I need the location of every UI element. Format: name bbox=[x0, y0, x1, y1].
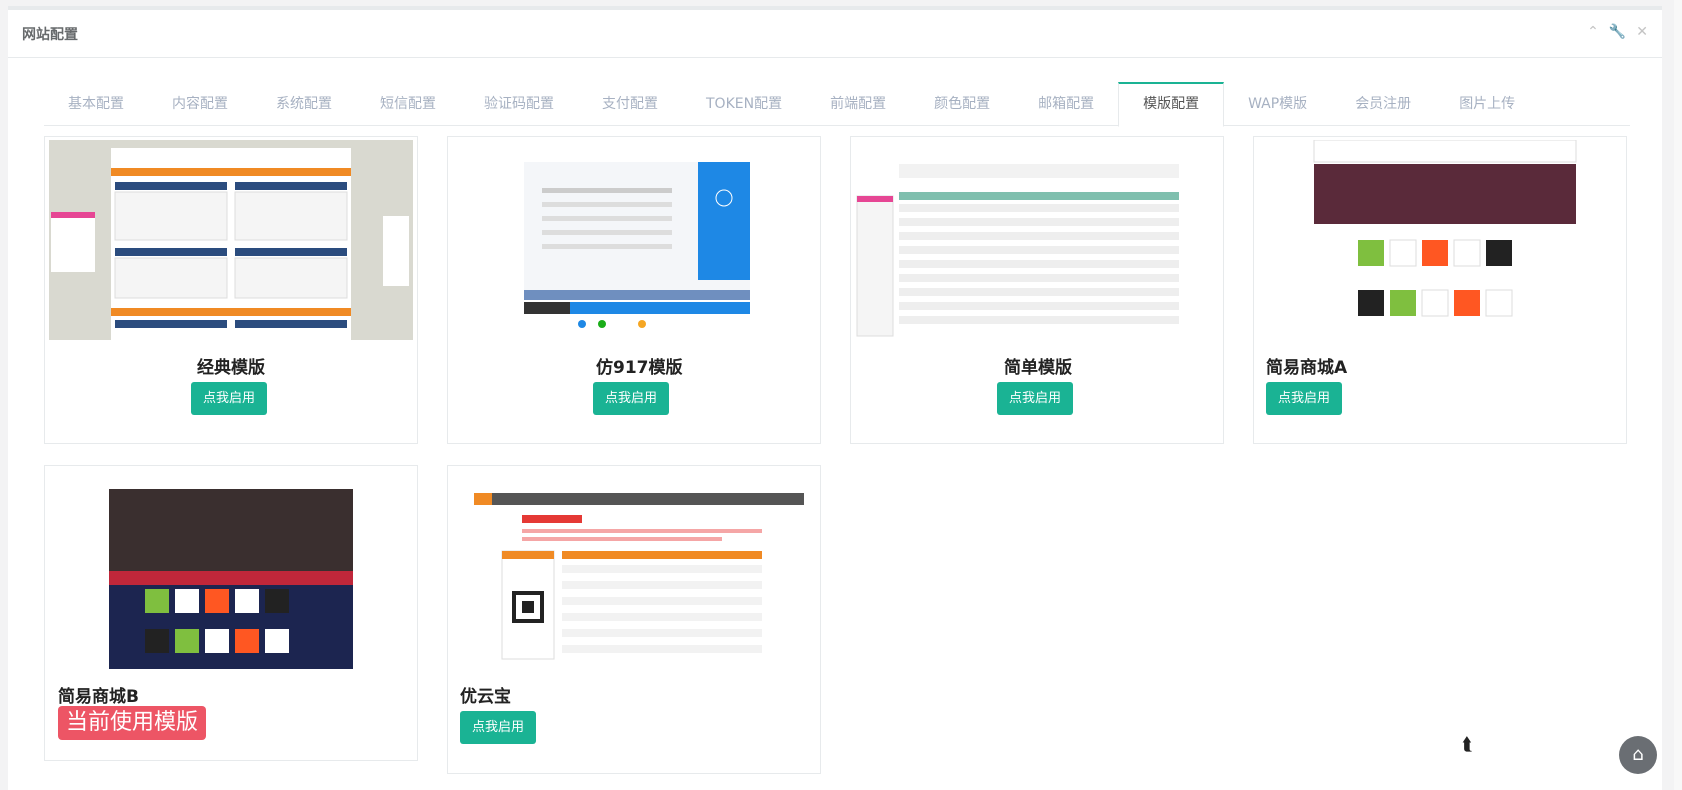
template-preview bbox=[452, 140, 816, 340]
template-card: 仿917模版 点我启用 bbox=[447, 136, 821, 444]
tab-image-upload[interactable]: 图片上传 bbox=[1435, 82, 1539, 126]
enable-template-button[interactable]: 点我启用 bbox=[460, 711, 537, 744]
template-name: 简单模版 bbox=[1004, 358, 1072, 378]
close-icon[interactable]: ✕ bbox=[1636, 24, 1648, 40]
tab-token[interactable]: TOKEN配置 bbox=[682, 82, 806, 126]
tab-payment[interactable]: 支付配置 bbox=[578, 82, 682, 126]
template-preview bbox=[49, 469, 413, 669]
panel-tools: ⌃ 🔧 ✕ bbox=[1587, 24, 1648, 40]
tab-frontend[interactable]: 前端配置 bbox=[806, 82, 910, 126]
template-name: 优云宝 bbox=[460, 687, 511, 707]
wrench-icon[interactable]: 🔧 bbox=[1609, 24, 1626, 40]
tab-system[interactable]: 系统配置 bbox=[252, 82, 356, 126]
template-name: 经典模版 bbox=[197, 358, 265, 378]
template-preview bbox=[855, 140, 1219, 340]
template-preview bbox=[49, 140, 413, 340]
tab-bar: 基本配置 内容配置 系统配置 短信配置 验证码配置 支付配置 TOKEN配置 前… bbox=[44, 82, 1630, 127]
tab-content[interactable]: 内容配置 bbox=[148, 82, 252, 126]
enable-template-button[interactable]: 点我启用 bbox=[191, 382, 268, 415]
template-name: 简易商城B bbox=[58, 687, 139, 707]
tab-wap[interactable]: WAP模版 bbox=[1224, 82, 1331, 126]
tab-sms[interactable]: 短信配置 bbox=[356, 82, 460, 126]
template-name: 简易商城A bbox=[1266, 358, 1348, 378]
tab-email[interactable]: 邮箱配置 bbox=[1014, 82, 1118, 126]
tab-template[interactable]: 模版配置 bbox=[1118, 82, 1225, 127]
panel-title: 网站配置 bbox=[22, 27, 78, 43]
tab-basic[interactable]: 基本配置 bbox=[44, 82, 148, 126]
tab-color[interactable]: 颜色配置 bbox=[910, 82, 1014, 126]
current-template-badge: 当前使用模版 bbox=[58, 706, 207, 740]
template-card: 经典模版 点我启用 bbox=[44, 136, 418, 444]
home-icon[interactable]: ⌂ bbox=[1619, 736, 1657, 774]
template-card: 简单模版 点我启用 bbox=[850, 136, 1224, 444]
panel-header: 网站配置 ⌃ 🔧 ✕ bbox=[8, 10, 1662, 58]
tab-register[interactable]: 会员注册 bbox=[1331, 82, 1435, 126]
enable-template-button[interactable]: 点我启用 bbox=[997, 382, 1074, 415]
template-card: 优云宝 点我启用 bbox=[447, 465, 821, 774]
scrollbar[interactable] bbox=[1674, 0, 1682, 790]
enable-template-button[interactable]: 点我启用 bbox=[1266, 382, 1343, 415]
template-card: 简易商城B 当前使用模版 bbox=[44, 465, 418, 761]
collapse-icon[interactable]: ⌃ bbox=[1587, 24, 1599, 40]
tab-captcha[interactable]: 验证码配置 bbox=[460, 82, 578, 126]
mouse-cursor-icon: ⮬ bbox=[1462, 734, 1473, 755]
template-preview bbox=[1258, 140, 1622, 340]
template-preview bbox=[452, 469, 816, 669]
template-name: 仿917模版 bbox=[596, 358, 683, 378]
template-card: 简易商城A 点我启用 bbox=[1253, 136, 1627, 444]
enable-template-button[interactable]: 点我启用 bbox=[593, 382, 670, 415]
